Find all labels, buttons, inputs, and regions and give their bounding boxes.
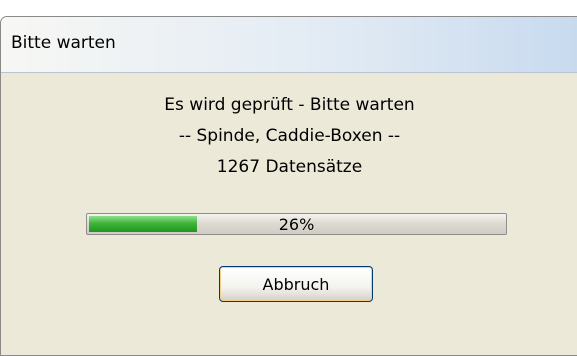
record-count: 1267 Datensätze <box>216 157 363 177</box>
progress-bar: 26% <box>86 213 507 235</box>
wait-dialog: Bitte warten Es wird geprüft - Bitte war… <box>0 16 577 356</box>
dialog-content: Es wird geprüft - Bitte warten -- Spinde… <box>1 73 577 355</box>
status-message-line-2: -- Spinde, Caddie-Boxen -- <box>178 126 401 146</box>
window-title: Bitte warten <box>11 33 116 53</box>
title-bar[interactable]: Bitte warten <box>1 17 577 73</box>
cancel-button[interactable]: Abbruch <box>219 266 373 302</box>
status-message-line-1: Es wird geprüft - Bitte warten <box>164 95 415 115</box>
progress-percent: 26% <box>278 215 315 234</box>
